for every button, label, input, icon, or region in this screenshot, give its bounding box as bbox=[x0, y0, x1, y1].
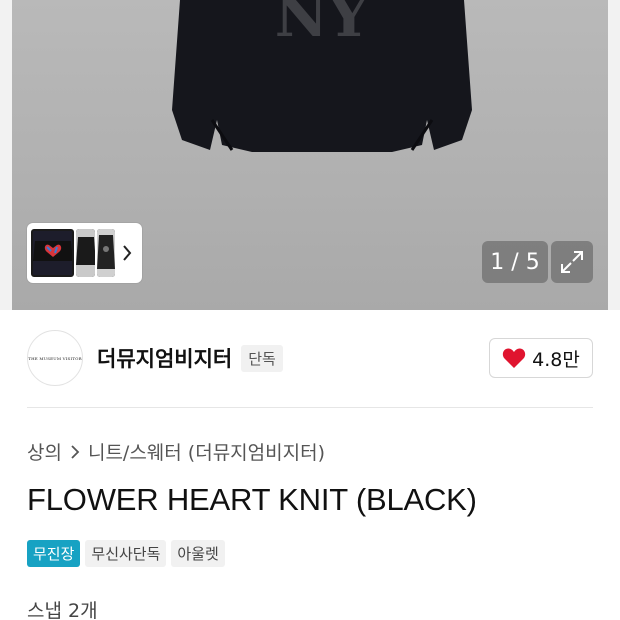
thumbnail-2[interactable] bbox=[75, 229, 96, 277]
heart-icon bbox=[502, 348, 526, 368]
thumbnail-1[interactable] bbox=[31, 229, 74, 277]
divider bbox=[27, 407, 593, 408]
product-gallery[interactable]: NY 1 / 5 bbox=[0, 0, 620, 310]
like-count: 4.8만 bbox=[532, 348, 580, 371]
tag-musinsa-exclusive: 무신사단독 bbox=[85, 540, 167, 567]
breadcrumb-category[interactable]: 상의 bbox=[27, 438, 62, 465]
chevron-right-icon[interactable] bbox=[117, 229, 138, 277]
expand-icon[interactable] bbox=[551, 241, 593, 283]
thumbnail-3[interactable] bbox=[97, 229, 115, 277]
tag-outlet: 아울렛 bbox=[171, 540, 225, 567]
product-title: FLOWER HEART KNIT (BLACK) bbox=[27, 482, 477, 517]
exclusive-badge: 단독 bbox=[241, 344, 283, 372]
snap-link[interactable]: 스냅 2개 bbox=[27, 596, 98, 620]
like-button[interactable]: 4.8만 bbox=[489, 338, 593, 378]
tag-mujinjang: 무진장 bbox=[27, 540, 81, 567]
image-counter: 1 / 5 bbox=[482, 241, 548, 283]
product-tags: 무진장 무신사단독 아울렛 bbox=[27, 540, 225, 567]
brand-logo-text: THE MUSEUM VISITOR bbox=[28, 355, 82, 361]
breadcrumb: 상의 니트/스웨터 (더뮤지엄비지터) bbox=[27, 438, 325, 465]
breadcrumb-subcategory[interactable]: 니트/스웨터 (더뮤지엄비지터) bbox=[88, 438, 325, 465]
sweater-image: NY bbox=[172, 0, 472, 152]
chevron-right-icon bbox=[70, 444, 80, 460]
brand-row: THE MUSEUM VISITOR 더뮤지엄비지터 단독 4.8만 bbox=[27, 330, 593, 386]
sweater-text: NY bbox=[275, 0, 370, 50]
brand-name[interactable]: 더뮤지엄비지터 bbox=[97, 343, 232, 373]
brand-logo[interactable]: THE MUSEUM VISITOR bbox=[27, 330, 83, 386]
thumbnail-strip[interactable] bbox=[27, 223, 142, 283]
